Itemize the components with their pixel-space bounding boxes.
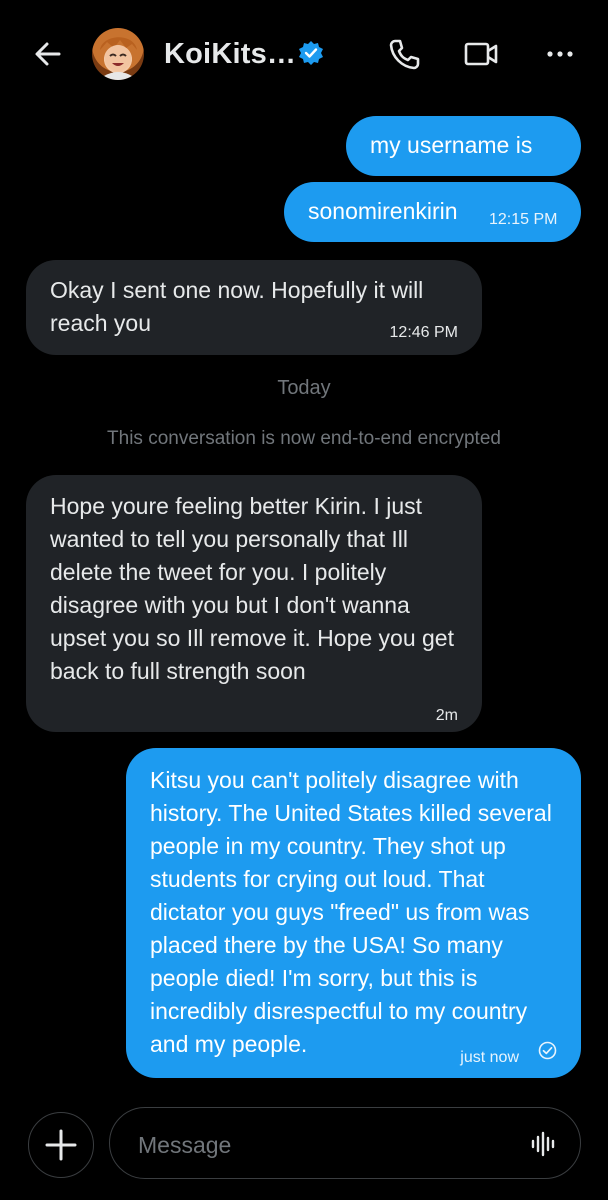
message-timestamp: just now — [460, 1049, 519, 1066]
video-camera-icon — [464, 42, 498, 66]
day-separator: Today — [277, 377, 331, 399]
call-button[interactable] — [384, 34, 424, 74]
message-timestamp: 2m — [435, 707, 458, 724]
message-bubble-outgoing[interactable]: sonomirenkirin 12:15 PM — [284, 182, 581, 242]
add-attachment-button[interactable] — [28, 1112, 94, 1178]
arrow-left-icon — [35, 42, 61, 66]
voice-message-button[interactable] — [530, 1130, 558, 1158]
plus-icon — [45, 1129, 77, 1161]
video-call-button[interactable] — [462, 34, 502, 74]
message-text: sonomirenkirin — [308, 198, 458, 224]
message-bubble-incoming[interactable]: Okay I sent one now. Hopefully it will r… — [26, 260, 482, 355]
message-timestamp: 12:15 PM — [489, 211, 558, 228]
ellipsis-icon — [547, 51, 573, 57]
verified-badge-icon — [298, 40, 324, 66]
message-text: Kitsu you can't politely disagree with h… — [150, 767, 552, 1057]
phone-icon — [389, 39, 420, 70]
message-input[interactable] — [136, 1129, 520, 1161]
message-text: my username is — [370, 132, 533, 158]
message-bubble-outgoing[interactable]: my username is — [346, 116, 581, 176]
message-bubble-incoming[interactable]: Hope youre feeling better Kirin. I just … — [26, 475, 482, 732]
encryption-notice: This conversation is now end-to-end encr… — [107, 428, 501, 449]
avatar[interactable] — [92, 28, 144, 80]
more-options-button[interactable] — [540, 34, 580, 74]
back-button[interactable] — [28, 34, 68, 74]
conversation-header: KoiKits… — [0, 0, 608, 104]
seen-check-icon — [538, 1041, 557, 1060]
contact-name[interactable]: KoiKits… — [164, 38, 296, 71]
message-composer — [109, 1107, 581, 1179]
message-timestamp: 12:46 PM — [389, 324, 458, 341]
message-text: Okay I sent one now. Hopefully it will r… — [50, 277, 424, 336]
message-text: Hope youre feeling better Kirin. I just … — [50, 493, 454, 684]
voice-waveform-icon — [531, 1131, 555, 1157]
message-bubble-outgoing[interactable]: Kitsu you can't politely disagree with h… — [126, 748, 581, 1078]
